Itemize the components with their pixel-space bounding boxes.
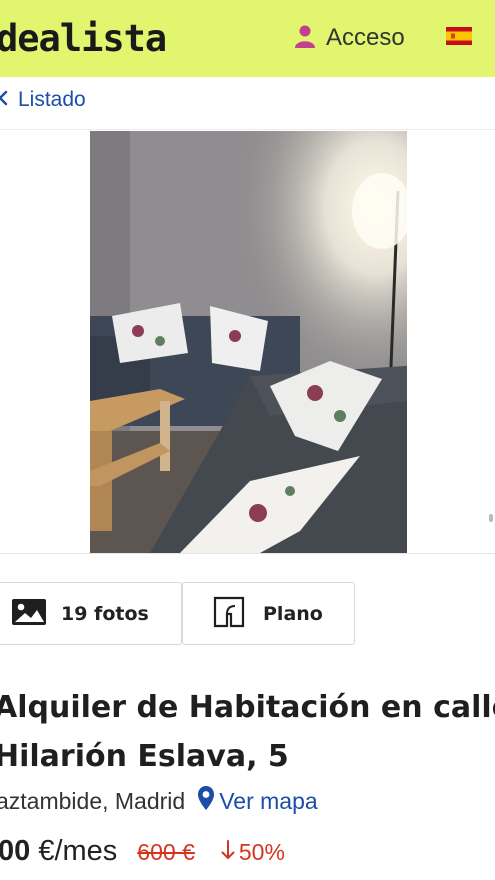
location-row: aztambide, Madrid Ver mapa xyxy=(0,785,318,817)
view-map-label: Ver mapa xyxy=(219,787,318,814)
location-text: aztambide, Madrid xyxy=(0,787,186,814)
price-drop-percent: 50% xyxy=(238,839,285,865)
location-pin-icon xyxy=(197,785,215,817)
main-photo[interactable] xyxy=(90,131,407,553)
next-photo-indicator[interactable] xyxy=(489,514,493,522)
chevron-left-icon xyxy=(0,90,8,110)
arrow-down-icon xyxy=(221,839,235,866)
photo-gallery xyxy=(0,131,495,554)
listing-title: Alquiler de Habitación en calle Hilarión… xyxy=(0,690,495,774)
price: 00 €/mes xyxy=(0,835,117,868)
floor-plan-icon xyxy=(213,596,245,632)
access-button[interactable]: Acceso xyxy=(294,24,405,52)
floor-plan-button[interactable]: Plano xyxy=(182,582,355,645)
price-drop-badge: 50% xyxy=(221,839,285,866)
top-header: dealista Acceso xyxy=(0,0,495,77)
back-to-listing-link[interactable]: Listado xyxy=(0,88,86,112)
price-unit: €/mes xyxy=(30,835,118,867)
idealista-logo[interactable]: dealista xyxy=(0,17,167,61)
price-row: 00 €/mes 600 € 50% xyxy=(0,835,285,868)
image-icon xyxy=(11,598,47,630)
spain-flag-icon[interactable] xyxy=(446,27,472,45)
floor-plan-label: Plano xyxy=(263,602,323,625)
access-label: Acceso xyxy=(326,24,405,51)
view-map-link[interactable]: Ver mapa xyxy=(197,785,318,817)
user-icon xyxy=(294,24,316,52)
photos-count-label: 19 fotos xyxy=(61,602,149,625)
back-label: Listado xyxy=(18,88,86,111)
photos-button[interactable]: 19 fotos xyxy=(0,582,182,645)
old-price: 600 € xyxy=(137,839,195,865)
price-value: 00 xyxy=(0,835,31,867)
